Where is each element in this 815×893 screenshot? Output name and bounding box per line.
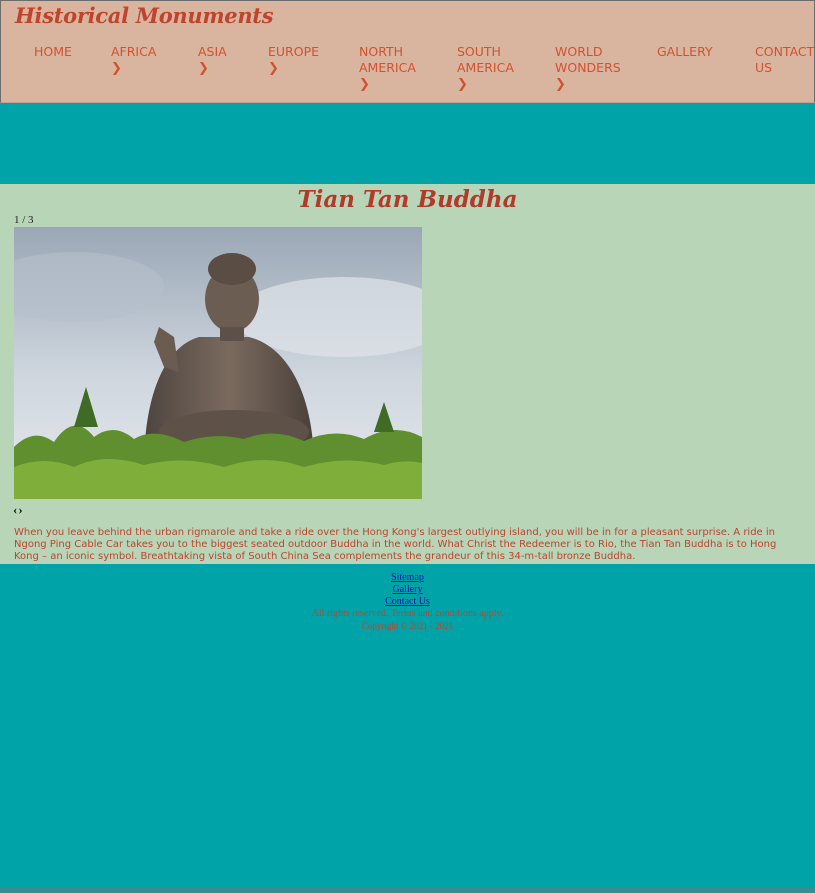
- nav-label: AMERICA: [457, 60, 514, 75]
- nav-item-asia[interactable]: ASIA ❯: [198, 44, 227, 77]
- nav-label: NORTH: [359, 44, 404, 59]
- nav-item-home[interactable]: HOME: [34, 44, 72, 60]
- main-nav: HOME AFRICA ❯ ASIA ❯ EUROPE ❯ NORTH AMER…: [1, 44, 814, 99]
- buddha-slide-image: [14, 227, 422, 499]
- site-logo[interactable]: Historical Monuments: [15, 3, 274, 28]
- footer-link-gallery[interactable]: Gallery: [0, 584, 815, 596]
- chevron-right-icon: ❯: [555, 77, 566, 92]
- chevron-right-icon: ❯: [268, 61, 279, 76]
- nav-label: SOUTH: [457, 44, 501, 59]
- site-header: Historical Monuments HOME AFRICA ❯ ASIA …: [0, 0, 815, 103]
- nav-label: CONTACT: [755, 44, 815, 59]
- nav-label: ASIA: [198, 44, 227, 59]
- nav-item-gallery[interactable]: GALLERY: [657, 44, 713, 60]
- nav-label: AMERICA: [359, 60, 416, 75]
- nav-label: US: [755, 60, 773, 75]
- chevron-right-icon: ❯: [359, 77, 370, 92]
- nav-label: WORLD: [555, 44, 603, 59]
- banner: [0, 103, 815, 184]
- chevron-right-icon: ❯: [111, 61, 122, 76]
- footer-link-contact-us[interactable]: Contact Us: [0, 596, 815, 608]
- slide-controls: ‹›: [13, 502, 24, 518]
- nav-item-south-america[interactable]: SOUTH AMERICA ❯: [457, 44, 514, 93]
- next-slide-button[interactable]: ›: [18, 502, 22, 517]
- nav-label: WONDERS: [555, 60, 621, 75]
- nav-label: AFRICA: [111, 44, 157, 59]
- site-footer: Sitemap Gallery Contact Us All rights re…: [0, 572, 815, 632]
- bottom-strip: [0, 887, 815, 893]
- chevron-right-icon: ❯: [198, 61, 209, 76]
- nav-label: GALLERY: [657, 44, 713, 59]
- nav-item-contact-us[interactable]: CONTACT US: [755, 44, 814, 76]
- copyright-text: Copyright © 2021 - 2021: [361, 621, 454, 631]
- nav-label: HOME: [34, 44, 72, 59]
- prev-slide-button[interactable]: ‹: [13, 502, 17, 517]
- nav-label: EUROPE: [268, 44, 320, 59]
- monument-section: Tian Tan Buddha 1 / 3 ‹› When you leave …: [0, 184, 815, 564]
- nav-item-africa[interactable]: AFRICA ❯: [111, 44, 156, 77]
- nav-item-world-wonders[interactable]: WORLD WONDERS ❯: [555, 44, 621, 93]
- monument-description: When you leave behind the urban rigmarol…: [14, 527, 777, 562]
- rights-text: All rights reserved. Terms and condition…: [311, 608, 504, 619]
- nav-item-europe[interactable]: EUROPE ❯: [268, 44, 319, 77]
- page-title: Tian Tan Buddha: [297, 186, 518, 213]
- chevron-right-icon: ❯: [457, 77, 468, 92]
- footer-link-sitemap[interactable]: Sitemap: [0, 572, 815, 584]
- slide-counter: 1 / 3: [14, 214, 34, 226]
- nav-item-north-america[interactable]: NORTH AMERICA ❯: [359, 44, 416, 93]
- buddha-photo: [14, 227, 422, 499]
